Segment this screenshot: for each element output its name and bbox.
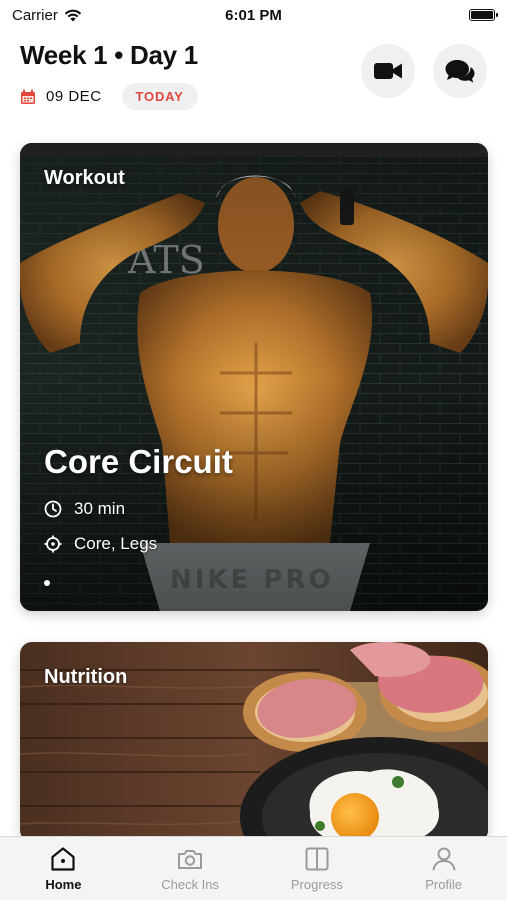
- today-button[interactable]: TODAY: [121, 83, 198, 110]
- tab-check-ins[interactable]: Check Ins: [127, 837, 254, 900]
- workout-title: Core Circuit: [44, 443, 233, 480]
- nutrition-label: Nutrition: [44, 666, 128, 688]
- target-icon: [44, 535, 62, 553]
- battery-icon: [469, 9, 498, 21]
- video-call-button[interactable]: [361, 44, 415, 98]
- home-icon: [51, 847, 75, 871]
- workout-card[interactable]: ATS NIKE PRO Workout Core Circuit 30 min…: [20, 143, 488, 611]
- nutrition-card[interactable]: Nutrition: [20, 642, 488, 842]
- video-camera-icon: [374, 63, 402, 79]
- status-left: Carrier: [12, 7, 82, 24]
- clock-icon: [44, 500, 62, 518]
- header-actions: [361, 44, 487, 98]
- chat-bubbles-icon: [445, 60, 475, 83]
- tab-progress-label: Progress: [290, 877, 343, 892]
- carousel-indicator: [44, 580, 50, 586]
- wifi-icon: [64, 9, 82, 21]
- focus-text: Core, Legs: [74, 534, 158, 553]
- tab-profile[interactable]: Profile: [380, 837, 507, 900]
- tab-home-label: Home: [45, 877, 82, 892]
- camera-icon: [178, 850, 203, 869]
- date-label: 09 DEC: [46, 88, 102, 105]
- workout-focus: Core, Legs: [44, 534, 157, 554]
- tab-progress[interactable]: Progress: [254, 837, 381, 900]
- workout-label: Workout: [44, 167, 125, 189]
- calendar-icon: [21, 89, 35, 104]
- tab-profile-label: Profile: [425, 877, 463, 892]
- tab-check-ins-label: Check Ins: [161, 877, 220, 892]
- header: Week 1 • Day 1 09 DEC TODAY: [20, 40, 487, 115]
- chat-button[interactable]: [433, 44, 487, 98]
- status-bar: Carrier 6:01 PM: [0, 0, 507, 30]
- carrier-label: Carrier: [12, 6, 58, 24]
- compare-icon: [305, 847, 329, 871]
- tab-home[interactable]: Home: [0, 837, 127, 900]
- tab-bar: Home Check Ins Progress Profile: [0, 836, 507, 900]
- duration-text: 30 min: [74, 499, 126, 518]
- user-icon: [432, 847, 456, 871]
- workout-duration: 30 min: [44, 499, 125, 519]
